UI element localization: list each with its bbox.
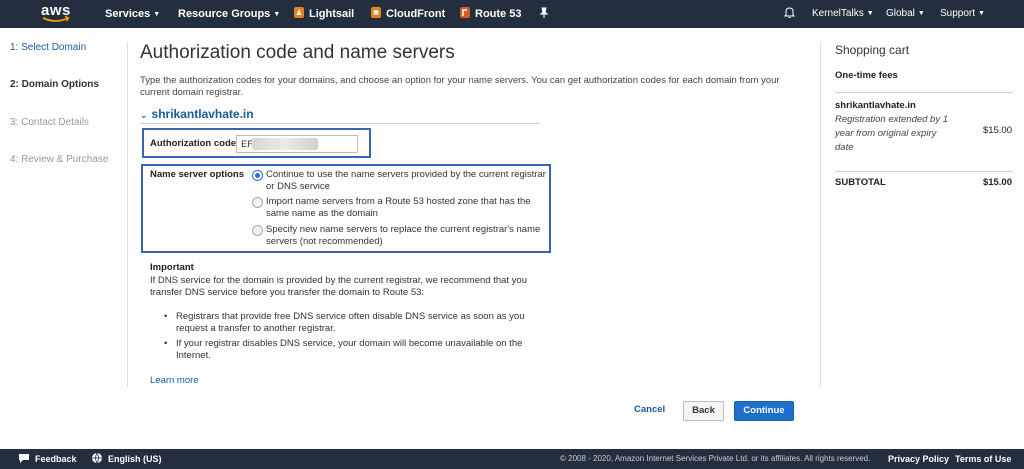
cart-domain: shrikantlavhate.in xyxy=(835,100,916,111)
ns-option-label: Continue to use the name servers provide… xyxy=(266,169,546,192)
cancel-button[interactable]: Cancel xyxy=(634,404,665,415)
auth-code-label: Authorization code xyxy=(150,138,237,149)
back-button[interactable]: Back xyxy=(683,401,724,421)
right-divider xyxy=(820,42,821,387)
terms-of-use-link[interactable]: Terms of Use xyxy=(955,449,1011,469)
services-menu-label: Services xyxy=(105,8,151,20)
chevron-down-icon: ⌄ xyxy=(140,110,148,120)
chevron-down-icon: ▼ xyxy=(917,10,925,17)
aws-logo[interactable]: aws xyxy=(40,2,72,25)
step-domain-options: 2: Domain Options xyxy=(10,79,99,90)
support-label: Support xyxy=(940,8,976,19)
cart-section-label: One-time fees xyxy=(835,70,898,81)
intro-text: Type the authorization codes for your do… xyxy=(140,75,780,98)
cloudfront-label: CloudFront xyxy=(386,8,446,20)
domain-name: shrikantlavhate.in xyxy=(151,107,254,121)
feedback-label: Feedback xyxy=(35,454,77,464)
radio-unselected[interactable] xyxy=(252,197,263,208)
cloudfront-shortcut[interactable]: CloudFront xyxy=(370,0,445,28)
copyright-text: © 2008 - 2020, Amazon Internet Services … xyxy=(560,454,871,463)
resource-groups-menu[interactable]: Resource Groups ▼ xyxy=(178,0,280,28)
ns-option-label: Specify new name servers to replace the … xyxy=(266,224,541,247)
services-menu[interactable]: Services ▼ xyxy=(105,0,160,28)
region-menu[interactable]: Global ▼ xyxy=(886,0,925,28)
subtotal-value: $15.00 xyxy=(982,177,1012,188)
list-item: If your registrar disables DNS service, … xyxy=(162,338,532,362)
chevron-down-icon: ▼ xyxy=(153,11,161,18)
pin-icon[interactable] xyxy=(539,0,549,28)
support-menu[interactable]: Support ▼ xyxy=(940,0,985,28)
bell-shape xyxy=(783,7,796,18)
cloudfront-icon xyxy=(371,7,381,18)
lightsail-shortcut[interactable]: Lightsail xyxy=(293,0,354,28)
cart-price: $15.00 xyxy=(982,125,1012,136)
globe-icon xyxy=(92,452,102,464)
radio-selected[interactable] xyxy=(252,170,263,181)
left-divider xyxy=(127,42,128,387)
route53-shortcut[interactable]: Route 53 xyxy=(459,0,521,28)
route53-label: Route 53 xyxy=(475,8,522,20)
lightsail-label: Lightsail xyxy=(309,8,355,20)
account-label: KernelTalks xyxy=(812,8,864,19)
lightsail-icon xyxy=(294,7,304,18)
chat-bubble-icon xyxy=(19,454,29,463)
cart-divider xyxy=(835,171,1013,172)
important-heading: Important xyxy=(150,262,194,273)
region-label: Global xyxy=(886,8,915,19)
bell-icon[interactable] xyxy=(783,0,796,28)
pin-shape xyxy=(539,7,549,18)
account-menu[interactable]: KernelTalks ▼ xyxy=(812,0,874,28)
continue-button[interactable]: Continue xyxy=(734,401,794,421)
step-contact-details: 3: Contact Details xyxy=(10,117,89,128)
aws-smile-icon xyxy=(42,15,70,22)
top-navigation-bar: aws Services ▼ Resource Groups ▼ Lightsail… xyxy=(0,0,1024,28)
radio-unselected[interactable] xyxy=(252,225,263,236)
cart-description: Registration extended by 1 year from ori… xyxy=(835,114,949,153)
learn-more-link[interactable]: Learn more xyxy=(150,375,199,386)
language-label: English (US) xyxy=(108,454,162,464)
redacted-auth-code xyxy=(252,138,318,150)
cart-divider xyxy=(835,92,1013,93)
chevron-down-icon: ▼ xyxy=(273,11,281,18)
privacy-policy-link[interactable]: Privacy Policy xyxy=(888,449,949,469)
footer-bar: Feedback English (US) © 2008 - 2020, Ama… xyxy=(0,449,1024,469)
domain-divider xyxy=(140,123,540,124)
route53-icon xyxy=(460,7,470,18)
chevron-down-icon: ▼ xyxy=(866,10,874,17)
important-text: If DNS service for the domain is provide… xyxy=(150,275,527,298)
chevron-down-icon: ▼ xyxy=(978,10,985,17)
step-select-domain[interactable]: 1: Select Domain xyxy=(10,42,86,53)
important-bullets: Registrars that provide free DNS service… xyxy=(162,311,532,365)
domain-section-toggle[interactable]: ⌄ shrikantlavhate.in xyxy=(140,107,254,121)
step-review-purchase: 4: Review & Purchase xyxy=(10,154,109,165)
language-selector[interactable]: English (US) xyxy=(91,449,162,469)
cart-title: Shopping cart xyxy=(835,43,910,57)
name-server-options-label: Name server options xyxy=(150,169,244,180)
ns-option-label: Import name servers from a Route 53 host… xyxy=(266,196,531,219)
subtotal-label: SUBTOTAL xyxy=(835,177,886,188)
list-item: Registrars that provide free DNS service… xyxy=(162,311,532,335)
feedback-button[interactable]: Feedback xyxy=(18,449,77,469)
page-title: Authorization code and name servers xyxy=(140,42,455,63)
resource-groups-label: Resource Groups xyxy=(178,8,271,20)
